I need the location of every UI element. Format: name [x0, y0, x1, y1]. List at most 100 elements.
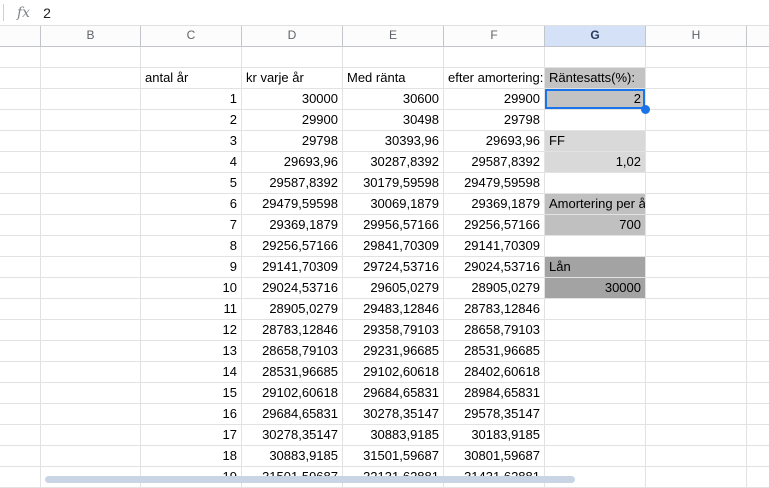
cell-a[interactable] — [0, 299, 41, 320]
cell-d[interactable]: 28905,0279 — [242, 299, 343, 320]
cell-h[interactable] — [646, 320, 747, 341]
cell-f[interactable]: 30801,59687 — [444, 446, 545, 467]
cell-g[interactable]: 2 — [545, 89, 646, 110]
cell-e[interactable]: 30179,59598 — [343, 173, 444, 194]
cell-e[interactable]: 30278,35147 — [343, 404, 444, 425]
cell-i[interactable] — [747, 215, 769, 236]
cell-b[interactable] — [41, 131, 141, 152]
cell-g[interactable] — [545, 425, 646, 446]
cell-b[interactable] — [41, 299, 141, 320]
cell-b[interactable] — [41, 425, 141, 446]
cell-g[interactable]: 30000 — [545, 278, 646, 299]
cell-g[interactable]: 700 — [545, 215, 646, 236]
cell-f[interactable]: 29693,96 — [444, 131, 545, 152]
cell-i[interactable] — [747, 383, 769, 404]
cell-h[interactable] — [646, 110, 747, 131]
cell-c[interactable]: 7 — [141, 215, 242, 236]
cell-a[interactable] — [0, 173, 41, 194]
cell-e[interactable]: 31501,59687 — [343, 446, 444, 467]
cell-d[interactable]: 29141,70309 — [242, 257, 343, 278]
cell-h[interactable] — [646, 257, 747, 278]
cell-i[interactable] — [747, 467, 769, 488]
cell-c[interactable] — [141, 47, 242, 68]
cell-a[interactable] — [0, 362, 41, 383]
cell-h[interactable] — [646, 404, 747, 425]
cell-a[interactable] — [0, 404, 41, 425]
cell-e[interactable]: 29956,57166 — [343, 215, 444, 236]
cell-f[interactable]: 29369,1879 — [444, 194, 545, 215]
cell-a[interactable] — [0, 341, 41, 362]
cell-a[interactable] — [0, 215, 41, 236]
cell-c[interactable]: antal år — [141, 68, 242, 89]
cell-i[interactable] — [747, 152, 769, 173]
cell-f[interactable]: 29479,59598 — [444, 173, 545, 194]
cell-a[interactable] — [0, 278, 41, 299]
cell-b[interactable] — [41, 320, 141, 341]
cell-g[interactable] — [545, 446, 646, 467]
cell-b[interactable] — [41, 215, 141, 236]
cell-h[interactable] — [646, 362, 747, 383]
cell-d[interactable]: 29693,96 — [242, 152, 343, 173]
cell-h[interactable] — [646, 299, 747, 320]
cell-f[interactable]: 29900 — [444, 89, 545, 110]
cell-c[interactable]: 18 — [141, 446, 242, 467]
cell-i[interactable] — [747, 47, 769, 68]
cell-f[interactable]: 28658,79103 — [444, 320, 545, 341]
cell-g[interactable] — [545, 173, 646, 194]
cell-c[interactable]: 16 — [141, 404, 242, 425]
cell-a[interactable] — [0, 320, 41, 341]
cell-f[interactable]: 29798 — [444, 110, 545, 131]
cell-b[interactable] — [41, 68, 141, 89]
cell-i[interactable] — [747, 362, 769, 383]
cell-i[interactable] — [747, 173, 769, 194]
cell-g[interactable]: Amortering per år — [545, 194, 646, 215]
cell-h[interactable] — [646, 425, 747, 446]
cell-a[interactable] — [0, 383, 41, 404]
cell-d[interactable]: 29256,57166 — [242, 236, 343, 257]
cell-a[interactable] — [0, 68, 41, 89]
cell-b[interactable] — [41, 89, 141, 110]
cell-b[interactable] — [41, 278, 141, 299]
cell-f[interactable]: 28905,0279 — [444, 278, 545, 299]
cell-d[interactable]: 29369,1879 — [242, 215, 343, 236]
cell-d[interactable]: 29587,8392 — [242, 173, 343, 194]
cell-g[interactable] — [545, 383, 646, 404]
cell-g[interactable] — [545, 320, 646, 341]
fill-handle[interactable] — [641, 105, 650, 114]
cell-b[interactable] — [41, 194, 141, 215]
cell-i[interactable] — [747, 236, 769, 257]
cell-a[interactable] — [0, 131, 41, 152]
cell-i[interactable] — [747, 131, 769, 152]
col-header-e[interactable]: E — [343, 26, 444, 46]
cell-d[interactable]: 30000 — [242, 89, 343, 110]
cell-h[interactable] — [646, 383, 747, 404]
cell-i[interactable] — [747, 110, 769, 131]
cell-g[interactable]: 1,02 — [545, 152, 646, 173]
cell-g[interactable]: Lån — [545, 257, 646, 278]
cell-a[interactable] — [0, 236, 41, 257]
cell-h[interactable] — [646, 215, 747, 236]
cell-d[interactable]: 28531,96685 — [242, 362, 343, 383]
cell-h[interactable] — [646, 194, 747, 215]
cell-h[interactable] — [646, 152, 747, 173]
cell-c[interactable]: 10 — [141, 278, 242, 299]
cell-d[interactable]: 29798 — [242, 131, 343, 152]
cell-e[interactable]: 30600 — [343, 89, 444, 110]
cell-d[interactable]: kr varje år — [242, 68, 343, 89]
cell-b[interactable] — [41, 362, 141, 383]
cell-d[interactable]: 29479,59598 — [242, 194, 343, 215]
cell-d[interactable] — [242, 47, 343, 68]
cell-b[interactable] — [41, 47, 141, 68]
cell-h[interactable] — [646, 47, 747, 68]
cell-g[interactable]: Räntesatts(%): — [545, 68, 646, 89]
cell-d[interactable]: 29102,60618 — [242, 383, 343, 404]
cell-f[interactable]: 28531,96685 — [444, 341, 545, 362]
cell-c[interactable]: 4 — [141, 152, 242, 173]
cell-i[interactable] — [747, 194, 769, 215]
cell-e[interactable]: 29102,60618 — [343, 362, 444, 383]
cell-c[interactable]: 3 — [141, 131, 242, 152]
col-header-a-partial[interactable] — [0, 26, 41, 46]
cell-d[interactable]: 29900 — [242, 110, 343, 131]
cell-a[interactable] — [0, 194, 41, 215]
horizontal-scrollbar-thumb[interactable] — [45, 476, 575, 483]
